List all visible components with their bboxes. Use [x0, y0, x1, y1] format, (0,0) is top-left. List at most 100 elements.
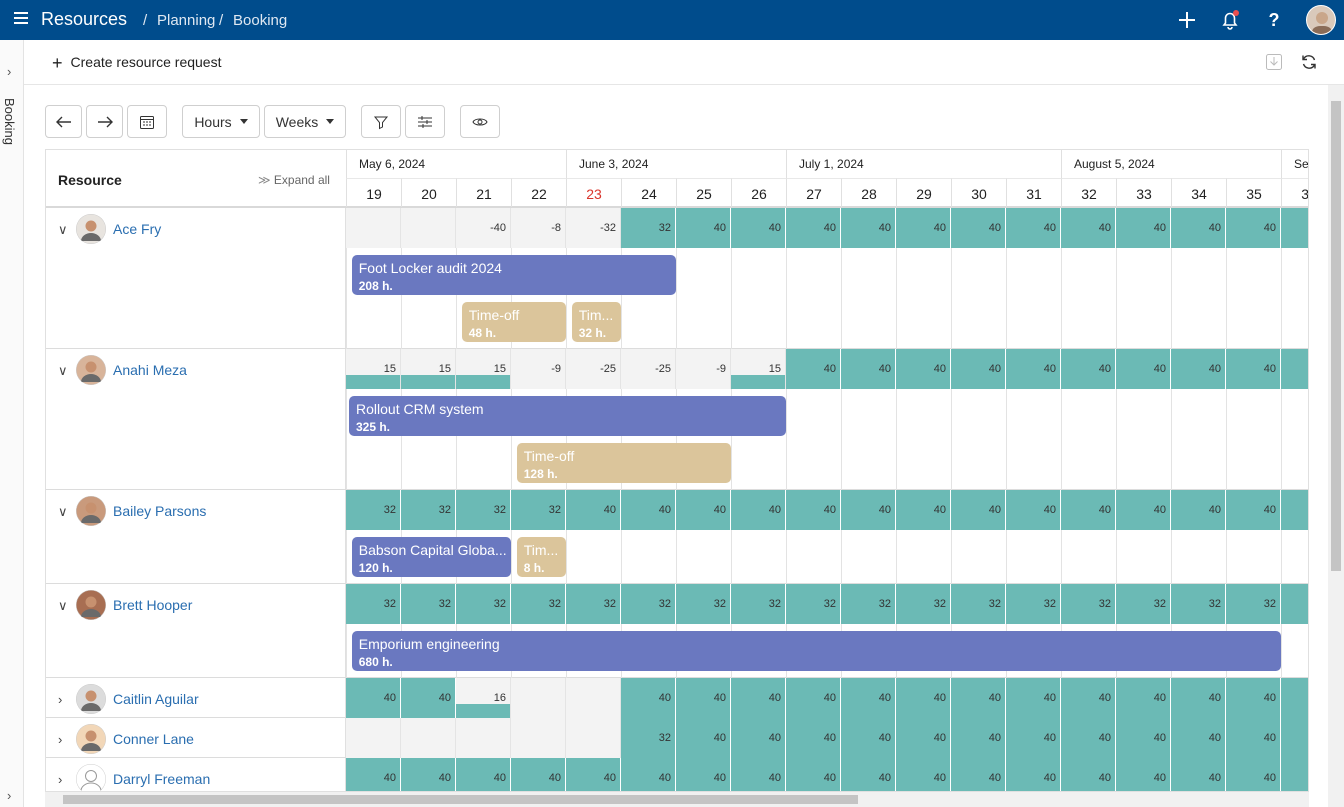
- chevron-right-icon[interactable]: ›: [58, 772, 62, 787]
- resource-column-header[interactable]: Resource: [58, 172, 122, 188]
- capacity-cell[interactable]: 40: [951, 349, 1006, 389]
- capacity-cell[interactable]: 32: [511, 584, 566, 624]
- chevron-down-icon[interactable]: ∨: [58, 504, 68, 520]
- expand-all-button[interactable]: ≫ Expand all: [258, 173, 330, 187]
- project-booking-bar[interactable]: Rollout CRM system 325 h.: [349, 396, 787, 436]
- capacity-cell[interactable]: 40: [1226, 678, 1281, 718]
- capacity-cell[interactable]: -40: [456, 208, 511, 248]
- capacity-cell[interactable]: 40: [1171, 678, 1226, 718]
- user-avatar[interactable]: [1306, 5, 1336, 35]
- timeoff-booking-bar[interactable]: Tim... 32 h.: [571, 302, 622, 342]
- capacity-cell[interactable]: 40: [951, 718, 1006, 758]
- capacity-cell[interactable]: 40: [1281, 758, 1308, 791]
- week-header[interactable]: 25: [676, 178, 731, 207]
- chevron-down-icon[interactable]: ∨: [58, 222, 68, 238]
- project-booking-bar[interactable]: Emporium engineering 680 h.: [351, 631, 1282, 671]
- resource-name-link[interactable]: Ace Fry: [113, 221, 161, 237]
- capacity-cell[interactable]: 40: [1171, 718, 1226, 758]
- menu-icon[interactable]: [14, 12, 28, 26]
- capacity-cell[interactable]: 40: [346, 758, 401, 791]
- visibility-button[interactable]: [460, 105, 500, 138]
- view-settings-button[interactable]: [405, 105, 445, 138]
- bell-icon[interactable]: [1218, 8, 1242, 32]
- capacity-cell[interactable]: 32: [621, 718, 676, 758]
- capacity-cell[interactable]: 40: [621, 490, 676, 530]
- capacity-cell[interactable]: 32: [566, 584, 621, 624]
- capacity-cell[interactable]: 40: [841, 208, 896, 248]
- capacity-cell[interactable]: 40: [1116, 718, 1171, 758]
- capacity-cell[interactable]: [566, 678, 621, 718]
- capacity-cell[interactable]: 40: [1061, 678, 1116, 718]
- capacity-cell[interactable]: 32: [621, 584, 676, 624]
- capacity-cell[interactable]: 40: [1116, 349, 1171, 389]
- capacity-cell[interactable]: 40: [841, 349, 896, 389]
- capacity-cell[interactable]: 32: [621, 208, 676, 248]
- app-title[interactable]: Resources: [41, 9, 127, 30]
- capacity-cell[interactable]: [346, 718, 401, 758]
- week-header[interactable]: 19: [346, 178, 401, 207]
- capacity-cell[interactable]: 40: [1226, 208, 1281, 248]
- capacity-cell[interactable]: 40: [511, 758, 566, 791]
- capacity-cell[interactable]: 40: [896, 208, 951, 248]
- capacity-cell[interactable]: 40: [401, 758, 456, 791]
- capacity-cell[interactable]: 32: [1116, 584, 1171, 624]
- previous-period-button[interactable]: [45, 105, 82, 138]
- timeoff-booking-bar[interactable]: Time-off 128 h.: [516, 443, 732, 483]
- capacity-cell[interactable]: 32: [456, 490, 511, 530]
- capacity-cell[interactable]: 40: [896, 678, 951, 718]
- capacity-cell[interactable]: 40: [951, 758, 1006, 791]
- capacity-cell[interactable]: 40: [1281, 349, 1308, 389]
- capacity-cell[interactable]: 40: [1006, 718, 1061, 758]
- capacity-cell[interactable]: 40: [1006, 758, 1061, 791]
- resource-name-link[interactable]: Brett Hooper: [113, 597, 192, 613]
- capacity-cell[interactable]: 40: [401, 678, 456, 718]
- capacity-cell[interactable]: 40: [1116, 758, 1171, 791]
- capacity-cell[interactable]: 40: [1171, 208, 1226, 248]
- capacity-cell[interactable]: 40: [731, 758, 786, 791]
- chevron-right-icon[interactable]: ›: [7, 788, 11, 803]
- capacity-cell[interactable]: -25: [566, 349, 621, 389]
- chevron-right-icon[interactable]: ›: [58, 692, 62, 707]
- capacity-cell[interactable]: 40: [731, 678, 786, 718]
- week-header[interactable]: 35: [1226, 178, 1281, 207]
- scrollbar-thumb[interactable]: [63, 795, 858, 804]
- capacity-cell[interactable]: 32: [511, 490, 566, 530]
- week-header[interactable]: 27: [786, 178, 841, 207]
- capacity-cell[interactable]: 40: [1226, 490, 1281, 530]
- capacity-cell[interactable]: [511, 718, 566, 758]
- capacity-cell[interactable]: 40: [1116, 490, 1171, 530]
- capacity-cell[interactable]: 32: [951, 584, 1006, 624]
- capacity-cell[interactable]: 40: [676, 718, 731, 758]
- capacity-cell[interactable]: 40: [566, 490, 621, 530]
- resource-name-link[interactable]: Conner Lane: [113, 731, 194, 747]
- capacity-cell[interactable]: 40: [1281, 490, 1308, 530]
- capacity-cell[interactable]: 40: [676, 490, 731, 530]
- capacity-cell[interactable]: 40: [621, 758, 676, 791]
- horizontal-scrollbar[interactable]: [45, 792, 1309, 807]
- capacity-cell[interactable]: 32: [1006, 584, 1061, 624]
- week-header[interactable]: 28: [841, 178, 896, 207]
- capacity-cell[interactable]: 40: [786, 349, 841, 389]
- breadcrumb-planning[interactable]: Planning: [157, 12, 215, 29]
- capacity-cell[interactable]: -8: [511, 208, 566, 248]
- capacity-cell[interactable]: 40: [786, 678, 841, 718]
- calendar-button[interactable]: [127, 105, 167, 138]
- project-booking-bar[interactable]: Foot Locker audit 2024 208 h.: [351, 255, 677, 295]
- week-header[interactable]: 33: [1116, 178, 1171, 207]
- capacity-cell[interactable]: 40: [1061, 349, 1116, 389]
- capacity-cell[interactable]: 40: [731, 208, 786, 248]
- capacity-cell[interactable]: 40: [676, 208, 731, 248]
- capacity-cell[interactable]: [511, 678, 566, 718]
- capacity-cell[interactable]: 40: [1281, 718, 1308, 758]
- capacity-cell[interactable]: 40: [1061, 758, 1116, 791]
- capacity-cell[interactable]: 40: [896, 718, 951, 758]
- capacity-cell[interactable]: 40: [676, 678, 731, 718]
- capacity-cell[interactable]: -32: [566, 208, 621, 248]
- capacity-cell[interactable]: 15: [346, 349, 401, 389]
- capacity-cell[interactable]: 40: [1061, 208, 1116, 248]
- week-header[interactable]: 30: [951, 178, 1006, 207]
- capacity-cell[interactable]: 40: [346, 678, 401, 718]
- refresh-icon[interactable]: [1300, 53, 1318, 71]
- chevron-down-icon[interactable]: ∨: [58, 363, 68, 379]
- capacity-cell[interactable]: 40: [1171, 758, 1226, 791]
